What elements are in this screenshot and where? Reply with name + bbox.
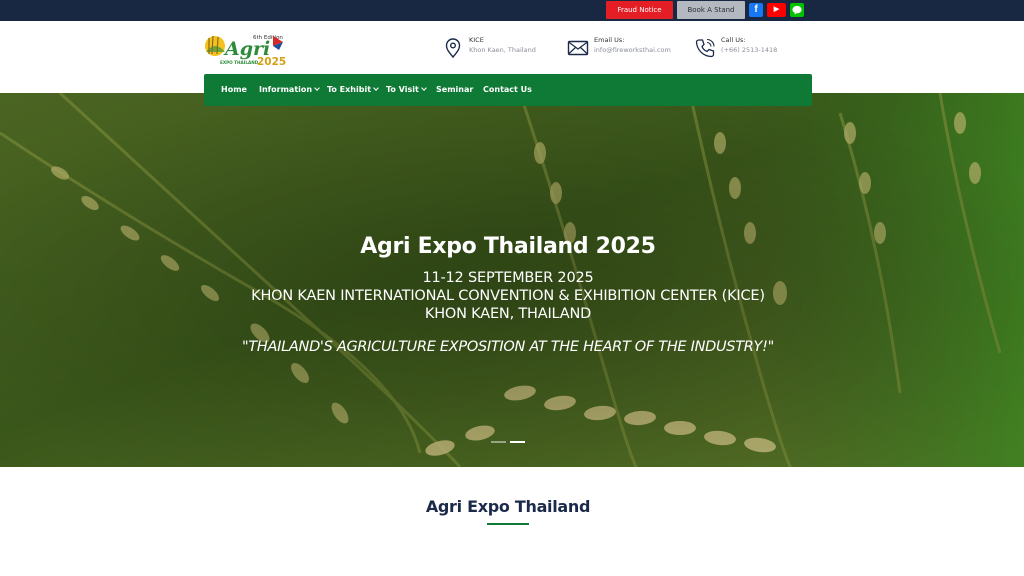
logo-year: 2025 <box>257 56 286 68</box>
site-logo[interactable]: 6th Edition Agri EXPO THAILAND 2025 <box>203 30 289 70</box>
chevron-down-icon <box>314 85 320 91</box>
envelope-icon <box>567 40 589 56</box>
nav-to-visit-label: To Visit <box>386 85 419 94</box>
phone-icon <box>695 38 715 58</box>
hero-venue: KHON KAEN INTERNATIONAL CONVENTION & EXH… <box>251 288 765 304</box>
section-title: Agri Expo Thailand <box>425 497 591 516</box>
hero-city: KHON KAEN, THAILAND <box>424 306 592 322</box>
map-pin-icon <box>445 38 461 59</box>
call-value[interactable]: (+66) 2513-1418 <box>721 46 777 54</box>
chevron-down-icon <box>373 85 379 91</box>
facebook-icon[interactable]: f <box>749 3 763 17</box>
hero-slider: Agri Expo Thailand 2025 11-12 SEPTEMBER … <box>0 93 1024 467</box>
email-label: Email Us: <box>594 36 625 44</box>
logo-sub: EXPO THAILAND <box>220 60 259 65</box>
call-label: Call Us: <box>721 36 746 44</box>
nav-contact-us[interactable]: Contact Us <box>483 74 532 106</box>
location-label: KICE <box>469 36 484 44</box>
nav-home[interactable]: Home <box>221 74 247 106</box>
nav-seminar-label: Seminar <box>436 85 474 94</box>
slider-dot-2[interactable] <box>510 441 525 443</box>
nav-home-label: Home <box>221 85 247 94</box>
main-nav: Home Information To Exhibit To Visit Sem… <box>204 74 812 106</box>
nav-to-visit[interactable]: To Visit <box>386 74 427 106</box>
slider-dot-1[interactable] <box>491 441 506 443</box>
line-icon[interactable] <box>790 3 804 17</box>
nav-information[interactable]: Information <box>259 74 320 106</box>
hero-date: 11-12 SEPTEMBER 2025 <box>422 270 594 286</box>
nav-to-exhibit[interactable]: To Exhibit <box>327 74 379 106</box>
nav-to-exhibit-label: To Exhibit <box>327 85 372 94</box>
fraud-notice-button[interactable]: Fraud Notice <box>606 1 673 19</box>
chevron-down-icon <box>420 85 427 91</box>
nav-contact-us-label: Contact Us <box>483 85 532 94</box>
top-bar: Fraud Notice Book A Stand f ▶ <box>0 0 1024 21</box>
nav-information-label: Information <box>259 85 313 94</box>
location-value: Khon Kaen, Thailand <box>469 46 536 54</box>
hero-title: Agri Expo Thailand 2025 <box>360 234 656 259</box>
section-underline <box>487 523 529 525</box>
youtube-icon[interactable]: ▶ <box>767 3 786 17</box>
hero-tagline: "THAILAND'S AGRICULTURE EXPOSITION AT TH… <box>242 339 774 355</box>
book-a-stand-button[interactable]: Book A Stand <box>677 1 745 19</box>
nav-seminar[interactable]: Seminar <box>436 74 473 106</box>
email-value[interactable]: info@fireworksthai.com <box>594 46 671 54</box>
